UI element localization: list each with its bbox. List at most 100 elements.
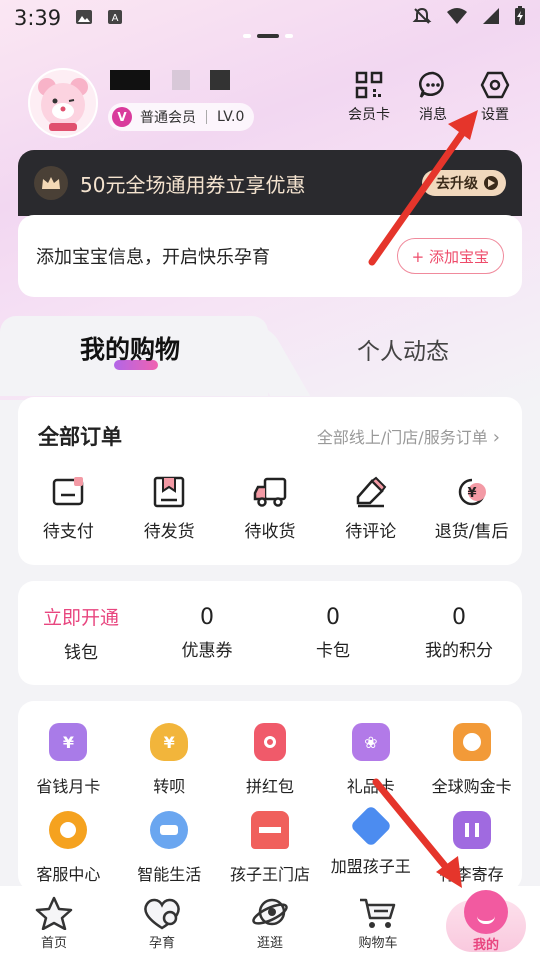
gift-card-icon: ❀ <box>351 723 390 761</box>
settings-hexagon-icon <box>480 71 510 99</box>
points-count: 0 <box>452 605 466 630</box>
orders-title: 全部订单 <box>38 425 122 449</box>
order-pending-review-label: 待评论 <box>345 522 397 542</box>
coupon-item[interactable]: 0 优惠券 <box>144 605 270 661</box>
planet-icon <box>252 898 288 926</box>
upgrade-label: 去升级 <box>436 176 478 192</box>
play-icon <box>484 176 498 190</box>
refund-icon: ¥ <box>458 478 486 506</box>
coupon-text: 50元全场通用券立享优惠 <box>80 172 306 197</box>
baby-info-card: 添加宝宝信息，开启快乐孕育 + 添加宝宝 <box>18 215 522 297</box>
all-orders-link-label: 全部线上/门店/服务订单 <box>316 428 488 447</box>
nav-pregnancy[interactable]: 孕育 <box>108 886 216 960</box>
points-label: 我的积分 <box>425 641 493 661</box>
bear-avatar-icon <box>38 78 88 131</box>
headset-icon <box>49 811 88 849</box>
money-card-icon: ¥ <box>49 723 88 761</box>
money-bag-icon: ¥ <box>150 723 189 761</box>
username-redacted <box>110 70 150 90</box>
mute-icon <box>412 6 432 31</box>
card-bag-item[interactable]: 0 卡包 <box>270 605 396 661</box>
svg-text:¥: ¥ <box>467 486 476 501</box>
globe-card-icon <box>452 723 491 761</box>
member-card-button[interactable]: 会员卡 <box>348 70 390 124</box>
messages-button[interactable]: 消息 <box>418 70 448 124</box>
wallet-item[interactable]: 立即开通 钱包 <box>18 603 144 663</box>
order-pending-payment[interactable]: 待支付 <box>18 475 119 542</box>
star-icon <box>35 896 73 930</box>
order-pending-receipt[interactable]: 待收货 <box>220 475 321 542</box>
username-redacted-2 <box>172 70 190 90</box>
member-card-label: 会员卡 <box>348 107 390 123</box>
settings-label: 设置 <box>481 107 509 123</box>
add-baby-button[interactable]: + 添加宝宝 <box>396 238 504 274</box>
orders-card: 全部订单 全部线上/门店/服务订单 › 待支付 待发货 待收货 待评论 ¥ 退货… <box>18 397 522 565</box>
tool-red-packet[interactable]: 拼红包 <box>220 723 321 811</box>
card-bag-label: 卡包 <box>316 641 350 661</box>
points-item[interactable]: 0 我的积分 <box>396 605 522 661</box>
coupon-label: 优惠券 <box>181 641 233 661</box>
nav-me-label: 我的 <box>472 938 499 953</box>
settings-button[interactable]: 设置 <box>480 70 510 124</box>
tab-my-shopping-label[interactable]: 我的购物 <box>80 330 180 366</box>
messages-label: 消息 <box>419 107 447 123</box>
red-packet-icon <box>253 723 286 761</box>
divider <box>206 110 207 124</box>
tool-label: 孩子王门店 <box>229 865 310 884</box>
app-a-icon: A <box>107 6 123 30</box>
nav-cart[interactable]: 购物车 <box>324 886 432 960</box>
nav-browse[interactable]: 逛逛 <box>216 886 324 960</box>
order-pending-review[interactable]: 待评论 <box>320 475 421 542</box>
package-icon <box>153 476 185 508</box>
baby-info-text: 添加宝宝信息，开启快乐孕育 <box>36 247 270 268</box>
chat-bubble-icon <box>418 71 444 98</box>
truck-icon <box>253 477 287 507</box>
tool-label: 加盟孩子王 <box>330 857 411 876</box>
battery-icon <box>514 5 526 31</box>
tool-label: 智能生活 <box>137 865 202 884</box>
coupon-banner[interactable]: 50元全场通用券立享优惠 去升级 <box>18 150 522 216</box>
order-pending-shipment[interactable]: 待发货 <box>119 475 220 542</box>
member-level-label: 普通会员 <box>140 110 196 126</box>
tab-personal-activity[interactable]: 个人动态 <box>357 332 449 366</box>
tab-bar: 我的购物 个人动态 <box>0 316 540 396</box>
image-icon <box>75 6 93 30</box>
card-bag-count: 0 <box>326 605 340 630</box>
upgrade-button[interactable]: 去升级 <box>422 170 506 196</box>
level-label: LV.0 <box>217 109 245 125</box>
nav-home[interactable]: 首页 <box>0 886 108 960</box>
cart-icon <box>360 898 396 928</box>
wifi-icon <box>446 6 468 30</box>
order-pending-payment-label: 待支付 <box>42 522 94 542</box>
status-bar: 3:39 A <box>0 0 540 36</box>
handshake-icon <box>349 804 392 848</box>
wallet-activate: 立即开通 <box>42 607 119 629</box>
nav-cart-label: 购物车 <box>358 936 398 951</box>
tool-label: 省钱月卡 <box>36 777 101 796</box>
order-returns[interactable]: ¥ 退货/售后 <box>421 475 522 542</box>
member-level-badge[interactable]: V 普通会员 LV.0 <box>108 103 255 131</box>
bear-face-icon <box>464 890 508 934</box>
tool-label: 行李寄存 <box>439 865 504 884</box>
tool-money-card[interactable]: ¥ 省钱月卡 <box>18 723 119 811</box>
tool-gift-card[interactable]: ❀ 礼品卡 <box>320 723 421 811</box>
order-pending-receipt-label: 待收货 <box>244 522 296 542</box>
nav-pregnancy-label: 孕育 <box>148 936 175 951</box>
all-orders-link[interactable]: 全部线上/门店/服务订单 › <box>317 424 500 448</box>
nav-me[interactable]: 我的 <box>432 886 540 960</box>
qr-code-icon <box>355 71 383 99</box>
username-redacted-3 <box>210 70 230 90</box>
heart-icon <box>144 898 180 930</box>
signal-icon <box>482 6 500 30</box>
wallet-label: 钱包 <box>64 643 98 663</box>
svg-text:A: A <box>112 13 119 24</box>
clock: 3:39 <box>14 6 62 30</box>
page-indicator <box>236 32 300 40</box>
avatar[interactable] <box>28 68 98 138</box>
tool-global-card[interactable]: 全球购金卡 <box>421 723 522 811</box>
nav-home-label: 首页 <box>40 936 67 951</box>
tool-zhuanbei[interactable]: ¥ 转呗 <box>119 723 220 811</box>
coupon-count: 0 <box>200 605 214 630</box>
smart-device-icon <box>150 811 189 849</box>
chevron-right-icon: › <box>492 427 500 448</box>
